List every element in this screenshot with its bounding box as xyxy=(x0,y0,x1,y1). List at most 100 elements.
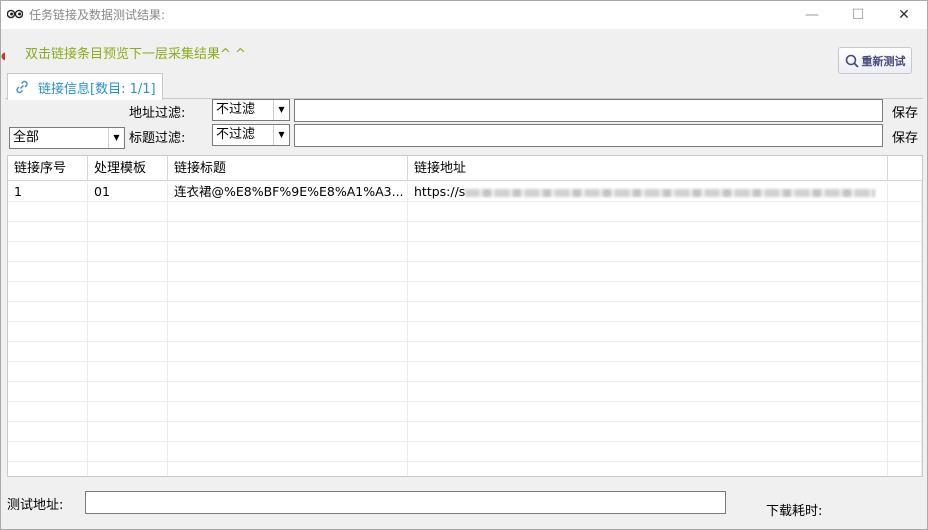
table-cell xyxy=(168,262,408,282)
table-cell xyxy=(408,222,888,242)
hint-text: 双击链接条目预览下一层采集结果^ ^ xyxy=(25,47,246,62)
table-cell xyxy=(88,202,168,222)
empty-table-row xyxy=(8,202,922,222)
table-cell xyxy=(888,302,922,322)
table-cell xyxy=(888,422,922,442)
chevron-down-icon: ▼ xyxy=(108,128,124,148)
title-filter-mode-value: 不过滤 xyxy=(216,127,256,142)
filter-area: 地址过滤: 不过滤 ▼ 保存 全部 ▼ 标题过滤: 不过滤 ▼ 保存 xyxy=(7,99,923,151)
table-cell xyxy=(408,442,888,462)
table-cell: 1 xyxy=(8,182,88,202)
table-cell xyxy=(8,322,88,342)
table-cell xyxy=(8,342,88,362)
title-filter-input[interactable] xyxy=(294,124,883,147)
table-cell xyxy=(8,442,88,462)
table-cell xyxy=(8,362,88,382)
retest-button[interactable]: 重新测试 xyxy=(838,47,912,74)
table-cell xyxy=(408,202,888,222)
table-header: 链接序号 处理模板 链接标题 链接地址 xyxy=(8,156,922,181)
table-cell xyxy=(8,222,88,242)
table-cell xyxy=(888,342,922,362)
table-cell xyxy=(88,422,168,442)
table-cell xyxy=(408,402,888,422)
column-header-url[interactable]: 链接地址 xyxy=(408,156,888,181)
table-cell xyxy=(8,382,88,402)
download-time-label: 下载耗时: xyxy=(766,504,823,519)
table-cell xyxy=(408,262,888,282)
test-result-window: 任务链接及数据测试结果: — ☐ ✕ ◖ 双击链接条目预览下一层采集结果^ ^ … xyxy=(0,0,928,530)
table-cell xyxy=(408,322,888,342)
table-cell xyxy=(88,262,168,282)
table-cell xyxy=(408,342,888,362)
empty-table-row xyxy=(8,222,922,242)
link-table[interactable]: 链接序号 处理模板 链接标题 链接地址 1 01 连衣裙@%E8%BF%9E%E8%… xyxy=(7,155,923,477)
table-row[interactable]: 1 01 连衣裙@%E8%BF%9E%E8%A1%A3... https://s xyxy=(8,182,922,202)
table-cell xyxy=(88,322,168,342)
search-icon xyxy=(845,54,859,68)
table-cell: 连衣裙@%E8%BF%9E%E8%A1%A3... xyxy=(168,182,408,202)
address-filter-mode-value: 不过滤 xyxy=(216,102,256,117)
title-filter-mode-select[interactable]: 不过滤 ▼ xyxy=(212,124,290,146)
chevron-down-icon: ▼ xyxy=(273,125,289,145)
column-header-title[interactable]: 链接标题 xyxy=(168,156,408,181)
table-cell xyxy=(408,282,888,302)
table-cell xyxy=(408,302,888,322)
table-cell: https://s xyxy=(408,182,888,202)
address-filter-input[interactable] xyxy=(294,99,883,122)
table-cell xyxy=(88,302,168,322)
table-cell xyxy=(408,422,888,442)
table-cell xyxy=(888,282,922,302)
table-cell xyxy=(168,242,408,262)
column-header-template[interactable]: 处理模板 xyxy=(88,156,168,181)
scope-select[interactable]: 全部 ▼ xyxy=(9,127,125,149)
title-filter-label: 标题过滤: xyxy=(129,131,186,146)
table-cell xyxy=(88,442,168,462)
table-cell xyxy=(888,402,922,422)
table-cell xyxy=(888,202,922,222)
table-cell xyxy=(8,402,88,422)
table-cell xyxy=(8,202,88,222)
table-cell xyxy=(88,222,168,242)
title-filter-save-button[interactable]: 保存 xyxy=(892,127,918,146)
table-cell xyxy=(168,382,408,402)
table-cell xyxy=(88,282,168,302)
table-cell xyxy=(88,242,168,262)
table-cell xyxy=(888,362,922,382)
table-cell xyxy=(408,462,888,476)
table-cell xyxy=(168,322,408,342)
table-cell: 01 xyxy=(88,182,168,202)
table-cell xyxy=(8,422,88,442)
empty-table-row xyxy=(8,442,922,462)
maximize-button[interactable]: ☐ xyxy=(835,1,881,29)
tab-link-info[interactable]: 链接信息[数目: 1/1] xyxy=(7,73,163,100)
empty-table-row xyxy=(8,402,922,422)
table-cell xyxy=(168,462,408,476)
table-cell xyxy=(168,402,408,422)
table-cell xyxy=(8,282,88,302)
table-cell xyxy=(88,382,168,402)
table-cell xyxy=(88,342,168,362)
table-cell xyxy=(408,242,888,262)
scope-select-value: 全部 xyxy=(13,130,40,145)
tab-strip: 链接信息[数目: 1/1] xyxy=(5,73,923,100)
table-cell xyxy=(408,362,888,382)
table-cell xyxy=(168,362,408,382)
table-cell xyxy=(88,402,168,422)
test-address-input[interactable] xyxy=(85,491,726,514)
close-button[interactable]: ✕ xyxy=(881,1,927,29)
column-header-index[interactable]: 链接序号 xyxy=(8,156,88,181)
eyes-icon xyxy=(7,9,23,19)
table-cell xyxy=(168,442,408,462)
window-title: 任务链接及数据测试结果: xyxy=(29,8,166,22)
chevron-down-icon: ▼ xyxy=(273,100,289,120)
address-filter-save-button[interactable]: 保存 xyxy=(892,102,918,121)
redacted-url xyxy=(465,188,876,197)
empty-table-row xyxy=(8,382,922,402)
test-address-label: 测试地址: xyxy=(7,498,64,513)
minimize-button[interactable]: — xyxy=(789,1,835,29)
table-cell xyxy=(168,422,408,442)
table-cell xyxy=(888,322,922,342)
table-cell xyxy=(888,262,922,282)
empty-table-row xyxy=(8,322,922,342)
address-filter-mode-select[interactable]: 不过滤 ▼ xyxy=(212,99,290,121)
